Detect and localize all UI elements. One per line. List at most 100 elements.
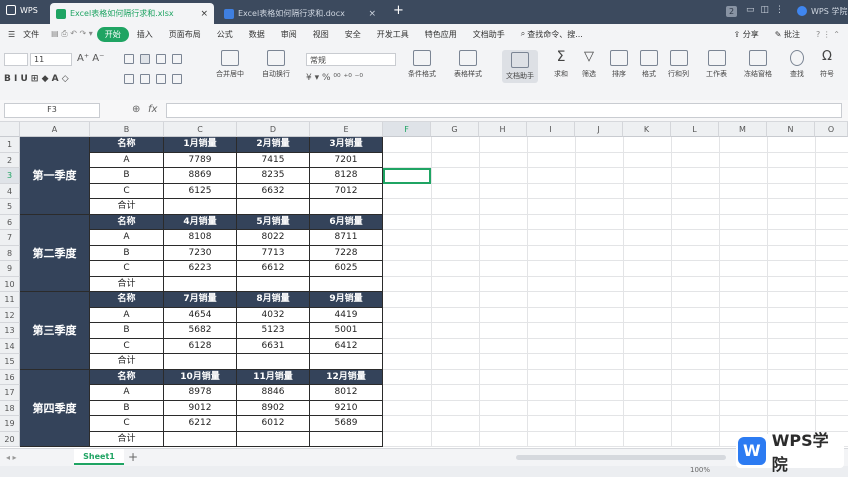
align-bottom-icon[interactable] [156,54,166,64]
column-header-c[interactable]: C [164,122,237,137]
doc-assistant-button[interactable]: 文档助手 [502,50,538,83]
user-avatar-icon[interactable] [797,6,807,16]
row-header-6[interactable]: 6 [0,214,20,230]
sheet-nav-icons[interactable]: ◂ ▸ [6,453,17,462]
wrap-text-button[interactable]: 自动换行 [262,50,290,79]
value-cell[interactable]: 5682 [164,323,237,339]
column-header-l[interactable]: L [671,122,719,137]
value-cell[interactable]: 7228 [310,245,383,261]
table-header-cell[interactable]: 5月销量 [237,214,310,230]
column-header-f[interactable]: F [383,122,431,137]
column-header-k[interactable]: K [623,122,671,137]
name-box[interactable]: F3 [4,103,100,118]
table-header-cell[interactable]: 7月销量 [164,292,237,308]
value-cell[interactable]: 6125 [164,183,237,199]
tab-docx[interactable]: Excel表格如何隔行求和.docx × [218,3,382,24]
row-name-cell[interactable]: 合计 [90,199,164,215]
value-cell[interactable]: 7713 [237,245,310,261]
find-button[interactable]: 查找 [790,50,804,79]
column-header-i[interactable]: I [527,122,575,137]
select-all-corner[interactable] [0,122,20,137]
account-label[interactable]: WPS 学院 [811,6,847,17]
close-icon[interactable]: × [362,9,376,19]
table-header-cell[interactable]: 6月销量 [310,214,383,230]
value-cell[interactable]: 5123 [237,323,310,339]
help-icon[interactable]: ? ⋮ ⌃ [808,30,848,39]
table-style-button[interactable]: 表格样式 [454,50,482,79]
value-cell[interactable]: 5689 [310,416,383,432]
value-cell[interactable]: 6025 [310,261,383,277]
table-header-cell[interactable]: 11月销量 [237,369,310,385]
value-cell[interactable]: 8012 [310,385,383,401]
row-col-button[interactable]: 行和列 [668,50,689,79]
share-button[interactable]: ⇪ 分享 [725,29,766,40]
value-cell[interactable] [310,354,383,370]
row-header-4[interactable]: 4 [0,183,20,199]
row-header-2[interactable]: 2 [0,152,20,168]
row-name-cell[interactable]: 合计 [90,354,164,370]
horizontal-scrollbar[interactable] [516,455,726,460]
menu-developer[interactable]: 开发工具 [369,29,417,40]
align-right-icon[interactable] [156,74,166,84]
tab-xlsx[interactable]: Excel表格如何隔行求和.xlsx × [50,3,214,24]
hamburger-icon[interactable]: ☰ [0,30,23,39]
value-cell[interactable]: 4032 [237,307,310,323]
column-header-g[interactable]: G [431,122,479,137]
column-header-a[interactable]: A [20,122,90,137]
row-name-cell[interactable]: C [90,183,164,199]
align-middle-icon[interactable] [140,54,150,64]
row-header-11[interactable]: 11 [0,292,20,308]
menu-security[interactable]: 安全 [337,29,369,40]
value-cell[interactable] [237,354,310,370]
row-header-3[interactable]: 3 [0,168,20,184]
column-header-h[interactable]: H [479,122,527,137]
menu-doc-assistant[interactable]: 文档助手 [465,29,513,40]
value-cell[interactable] [237,199,310,215]
table-header-cell[interactable]: 名称 [90,369,164,385]
value-cell[interactable] [310,276,383,292]
row-header-12[interactable]: 12 [0,307,20,323]
table-header-cell[interactable]: 2月销量 [237,137,310,153]
row-header-5[interactable]: 5 [0,199,20,215]
freeze-panes-button[interactable]: 冻结窗格 [744,50,772,79]
value-cell[interactable]: 8108 [164,230,237,246]
font-size-dropdown[interactable]: 11 [30,53,72,66]
table-header-cell[interactable]: 3月销量 [310,137,383,153]
value-cell[interactable] [164,199,237,215]
value-cell[interactable]: 8869 [164,168,237,184]
quarter-label[interactable]: 第三季度 [20,292,90,370]
value-cell[interactable]: 6223 [164,261,237,277]
table-header-cell[interactable]: 12月销量 [310,369,383,385]
fx-icon[interactable]: fx [148,104,157,115]
align-left-icon[interactable] [124,74,134,84]
column-header-j[interactable]: J [575,122,623,137]
value-cell[interactable]: 6612 [237,261,310,277]
value-cell[interactable] [164,431,237,447]
annotate-button[interactable]: ✎ 批注 [767,29,808,40]
row-header-1[interactable]: 1 [0,137,20,153]
value-cell[interactable]: 7415 [237,152,310,168]
conditional-format-button[interactable]: 条件格式 [408,50,436,79]
value-cell[interactable]: 5001 [310,323,383,339]
value-cell[interactable]: 8022 [237,230,310,246]
value-cell[interactable]: 6012 [237,416,310,432]
row-name-cell[interactable]: A [90,307,164,323]
column-header-d[interactable]: D [237,122,310,137]
quick-access-icons[interactable]: ▤ ⎙ ↶ ↷ ▾ [47,29,97,39]
value-cell[interactable] [237,276,310,292]
value-cell[interactable]: 8978 [164,385,237,401]
selected-cell-f3[interactable] [383,168,431,184]
value-cell[interactable]: 9210 [310,400,383,416]
value-cell[interactable]: 4419 [310,307,383,323]
zoom-icon[interactable]: ⊕ [132,104,140,115]
new-tab-button[interactable]: + [393,3,404,18]
row-header-10[interactable]: 10 [0,276,20,292]
table-header-cell[interactable]: 名称 [90,137,164,153]
column-header-m[interactable]: M [719,122,767,137]
format-button[interactable]: 格式 [640,50,658,79]
table-header-cell[interactable]: 8月销量 [237,292,310,308]
row-header-15[interactable]: 15 [0,354,20,370]
column-header-o[interactable]: O [815,122,848,137]
row-name-cell[interactable]: C [90,338,164,354]
row-header-18[interactable]: 18 [0,400,20,416]
